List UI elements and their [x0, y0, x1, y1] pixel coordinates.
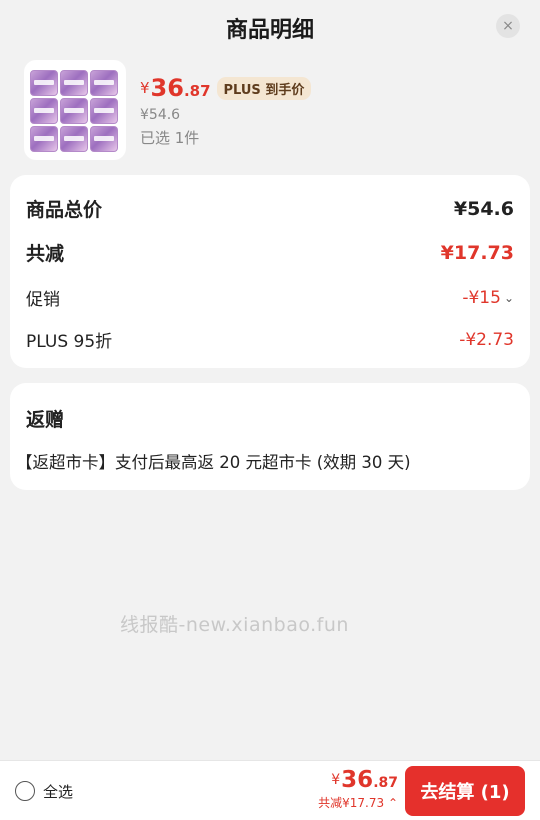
checkout-bar: 全选 ¥ 36 .87 共减¥17.73 ⌃ 去结算 (1) — [0, 760, 540, 820]
select-all-label[interactable]: 全选 — [43, 781, 73, 802]
page-title: 商品明细 — [225, 18, 314, 43]
header: 商品明细 × — [0, 0, 540, 56]
product-image — [24, 60, 126, 160]
total-price-row: 商品总价 ¥54.6 — [26, 197, 514, 222]
close-icon[interactable]: × — [496, 14, 520, 38]
price-breakdown-card: 商品总价 ¥54.6 共减 ¥17.73 促销 -¥15 ⌄ PLUS 95折 -… — [10, 175, 530, 368]
chevron-up-icon: ⌃ — [384, 796, 398, 810]
select-all-radio[interactable] — [15, 781, 35, 801]
order-total: ¥ 36 .87 共减¥17.73 ⌃ — [318, 767, 398, 811]
selected-count: 已选 1件 — [140, 129, 200, 147]
gift-title: 返赠 — [26, 409, 65, 431]
product-summary: ¥ 36 .87 PLUS 到手价 ¥54.6 已选 1件 — [0, 56, 540, 168]
reduce-summary[interactable]: 共减¥17.73 ⌃ — [318, 794, 398, 811]
plus-discount-row: PLUS 95折 -¥2.73 — [26, 329, 514, 353]
product-price: ¥ 36 .87 PLUS 到手价 — [140, 74, 312, 102]
plus-price-badge: PLUS 到手价 — [216, 76, 312, 100]
gift-description: 【返超市卡】支付后最高返 20 元超市卡 (效期 30 天) — [16, 453, 411, 472]
gift-card: 返赠 【返超市卡】支付后最高返 20 元超市卡 (效期 30 天) — [10, 383, 530, 490]
watermark: 线报酷-new.xianbao.fun — [120, 614, 349, 636]
reduce-row: 共减 ¥17.73 — [26, 241, 514, 266]
promo-row[interactable]: 促销 -¥15 ⌄ — [26, 285, 514, 311]
chevron-down-icon[interactable]: ⌄ — [504, 291, 514, 305]
checkout-button[interactable]: 去结算 (1) — [405, 766, 525, 816]
original-price: ¥54.6 — [140, 107, 181, 123]
